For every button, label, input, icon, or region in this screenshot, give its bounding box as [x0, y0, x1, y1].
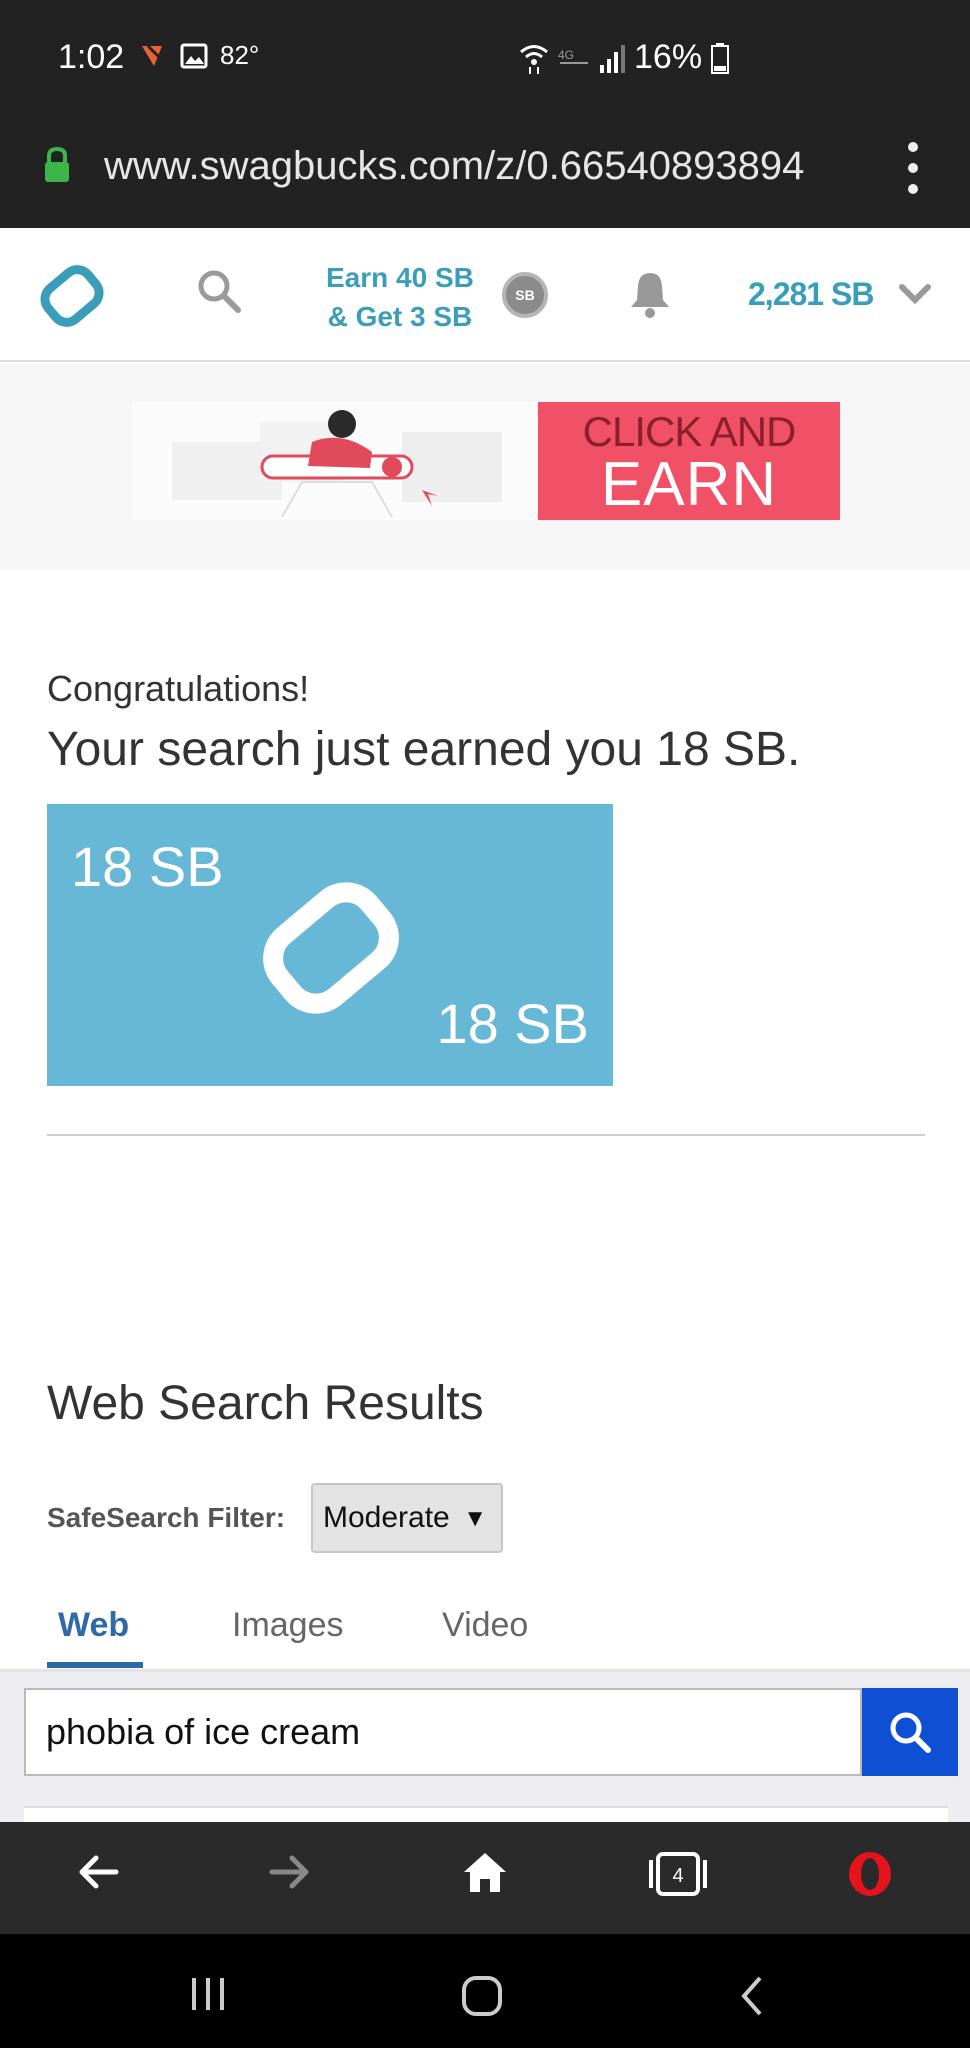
- home-icon[interactable]: [462, 1850, 508, 1894]
- banner-art-icon: [172, 410, 502, 518]
- sb-balance[interactable]: 2,281 SB: [748, 276, 874, 313]
- active-tab-indicator: [47, 1662, 143, 1668]
- notification-icons: 82°: [140, 40, 259, 71]
- image-icon: [180, 43, 208, 68]
- search-icon: [890, 1712, 931, 1753]
- back-nav-icon[interactable]: [736, 1974, 768, 2018]
- browser-url-bar: www.swagbucks.com/z/0.66540893894: [0, 116, 970, 228]
- home-nav-icon[interactable]: [460, 1974, 504, 2018]
- promo-line-1: Earn 40 SB: [326, 262, 474, 293]
- congrats-heading: Congratulations!: [47, 668, 310, 709]
- opera-menu-icon[interactable]: [846, 1850, 894, 1898]
- back-arrow-icon[interactable]: [76, 1850, 120, 1894]
- wifi-icon: [520, 44, 548, 74]
- battery-percent: 16%: [634, 38, 703, 76]
- chevron-down-icon[interactable]: [898, 282, 932, 306]
- app-notification-icon: [142, 44, 168, 66]
- status-bar: 1:02 82° 4G 16%: [0, 0, 970, 116]
- sb-coin-icon[interactable]: SB: [502, 272, 548, 318]
- url-text[interactable]: www.swagbucks.com/z/0.66540893894: [104, 144, 804, 189]
- search-button[interactable]: [862, 1688, 958, 1776]
- status-time: 1:02: [58, 38, 125, 76]
- card-amount-top: 18 SB: [71, 835, 224, 898]
- swagbucks-mark-icon: [263, 882, 399, 1014]
- safesearch-label: SafeSearch Filter:: [47, 1502, 286, 1533]
- safesearch-select[interactable]: Moderate ▼: [311, 1483, 503, 1553]
- promo-line-2: & Get 3 SB: [327, 301, 473, 332]
- tab-images[interactable]: Images: [232, 1606, 344, 1645]
- ad-banner-area: CLICK AND EARN: [0, 364, 970, 570]
- dropdown-arrow-icon: ▼: [463, 1505, 487, 1532]
- tab-web[interactable]: Web: [58, 1606, 129, 1645]
- temperature: 82°: [220, 40, 260, 70]
- recent-apps-icon[interactable]: [188, 1974, 228, 2014]
- section-divider: [47, 1134, 925, 1136]
- system-nav-bar: [0, 1934, 970, 2048]
- earned-message: Your search just earned you 18 SB.: [47, 723, 801, 776]
- lte-icon: 4G: [558, 48, 588, 64]
- forward-arrow-icon[interactable]: [268, 1850, 312, 1894]
- search-icon[interactable]: [196, 268, 242, 314]
- browser-menu-button[interactable]: [900, 142, 926, 194]
- tab-count: 4: [672, 1865, 683, 1887]
- card-amount-bottom: 18 SB: [436, 992, 589, 1055]
- swagbucks-logo-icon[interactable]: [38, 262, 106, 330]
- banner-illustration: [132, 402, 536, 520]
- bell-icon[interactable]: [628, 270, 672, 318]
- search-panel: phobia of ice cream: [0, 1672, 970, 1826]
- tab-video[interactable]: Video: [442, 1606, 528, 1645]
- cta-line-2: EARN: [600, 450, 778, 519]
- tabs-icon: 4: [649, 1852, 707, 1896]
- site-header: Earn 40 SB & Get 3 SB SB 2,281 SB: [0, 228, 970, 362]
- tabs-button[interactable]: 4: [648, 1850, 708, 1898]
- svg-text:4G: 4G: [558, 48, 574, 62]
- results-tabs: Web Images Video: [0, 1594, 970, 1672]
- signal-icon: [600, 44, 625, 73]
- reward-card: 18 SB 18 SB: [47, 804, 613, 1086]
- banner-cta[interactable]: CLICK AND EARN: [538, 402, 840, 520]
- safesearch-value: Moderate: [323, 1501, 450, 1534]
- search-input[interactable]: phobia of ice cream: [24, 1688, 862, 1776]
- cta-line-1: CLICK AND: [582, 408, 797, 455]
- browser-toolbar: 4: [0, 1822, 970, 1934]
- click-and-earn-banner[interactable]: CLICK AND EARN: [132, 402, 840, 520]
- battery-icon: [711, 42, 730, 74]
- results-heading: Web Search Results: [47, 1377, 484, 1430]
- earn-promo-link[interactable]: Earn 40 SB & Get 3 SB: [326, 258, 474, 336]
- lock-icon: [45, 146, 69, 182]
- status-right: 4G 16%: [518, 38, 730, 77]
